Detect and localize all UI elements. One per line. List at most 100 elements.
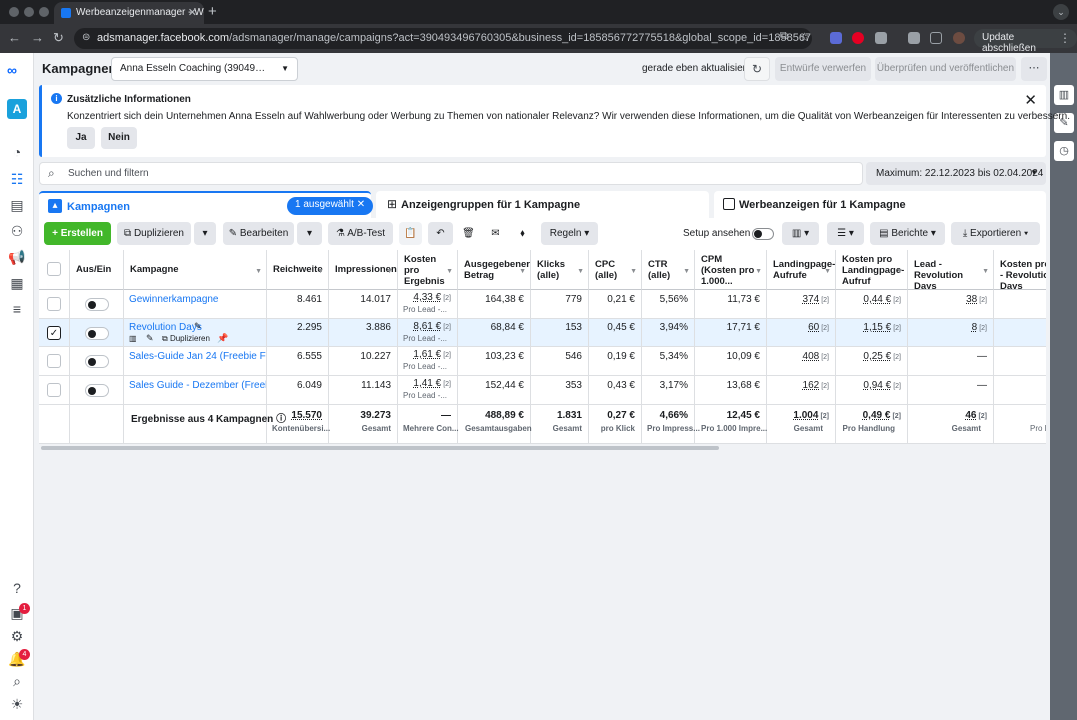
duplicate-action[interactable]: ⧉ Duplizieren	[162, 334, 210, 344]
lpv-value[interactable]: 408	[803, 351, 820, 362]
clipboard-icon[interactable]: 📋	[399, 222, 422, 245]
search-icon[interactable]: ⌕	[8, 672, 26, 690]
col-clicks[interactable]: Klicks (alle) ▼	[531, 250, 589, 290]
minimize-window-dot[interactable]	[24, 7, 34, 17]
reload-icon[interactable]: ↻	[53, 30, 64, 46]
extensions-puzzle-icon[interactable]	[875, 32, 887, 44]
col-landingpage-views[interactable]: Landingpage-Aufrufe ▼	[767, 250, 836, 290]
cplpv-value[interactable]: 0,94 €	[863, 380, 891, 391]
export-dropdown[interactable]: ⤓ Exportieren ▾	[951, 222, 1040, 245]
col-impressions[interactable]: Impressionen ▼	[329, 250, 398, 290]
close-window-dot[interactable]	[9, 7, 19, 17]
campaign-toggle[interactable]	[85, 327, 109, 340]
cplpv-value[interactable]: 1,15 €	[863, 322, 891, 333]
cast-icon[interactable]: ⧉	[780, 30, 788, 43]
row-checkbox[interactable]	[47, 297, 61, 311]
tab-adsets[interactable]: ⊞ Anzeigengruppen für 1 Kampagne	[376, 191, 709, 218]
extension-icon[interactable]	[830, 32, 842, 44]
table-row[interactable]: Sales-Guide Jan 24 (Freebie Fu... 6.555 …	[39, 347, 1046, 376]
col-lead-revolution[interactable]: Lead - Revolution Days ▼	[908, 250, 994, 290]
cplpv-value[interactable]: 0,44 €	[863, 294, 891, 305]
tab-campaigns[interactable]: ▴ Kampagnen 1 ausgewählt ✕	[39, 191, 374, 218]
bug-report-icon[interactable]: ☀	[8, 695, 26, 713]
campaign-toggle[interactable]	[85, 298, 109, 311]
bookmark-star-icon[interactable]: ☆	[799, 30, 810, 44]
pin-icon[interactable]: 📌	[217, 333, 228, 344]
setup-toggle[interactable]	[752, 228, 774, 240]
zoom-window-dot[interactable]	[39, 7, 49, 17]
col-ctr[interactable]: CTR (alle) ▼	[642, 250, 695, 290]
audiences-icon[interactable]: ⚇	[8, 222, 26, 240]
row-checkbox[interactable]	[47, 383, 61, 397]
campaign-name-link[interactable]: Revolution Days	[129, 322, 202, 333]
create-button[interactable]: + Erstellen	[44, 222, 111, 245]
campaign-name-link[interactable]: Sales Guide - Dezember (Freebi...	[124, 376, 267, 405]
settings-gear-icon[interactable]: ⚙	[8, 627, 26, 645]
campaign-name-link[interactable]: Gewinnerkampagne	[124, 290, 267, 319]
lpv-value[interactable]: 374	[803, 294, 820, 305]
campaign-name-link[interactable]: Sales-Guide Jan 24 (Freebie Fu...	[124, 347, 267, 376]
charts-icon[interactable]: ▥	[1054, 85, 1074, 105]
lead-value[interactable]: 38	[966, 294, 977, 305]
cpr-value[interactable]: 1,61 €	[413, 349, 441, 360]
ab-test-button[interactable]: ⚗ A/B-Test	[328, 222, 393, 245]
rules-dropdown[interactable]: Regeln ▾	[541, 222, 598, 245]
lpv-value[interactable]: 162	[803, 380, 820, 391]
reports-dropdown[interactable]: ▤ Berichte ▾	[870, 222, 945, 245]
cpr-value[interactable]: 8,61 €	[413, 321, 441, 332]
cplpv-value[interactable]: 0,25 €	[863, 351, 891, 362]
edit-pencil-icon[interactable]: ✎	[146, 333, 154, 344]
table-row[interactable]: ✓ Revolution Days ✎ ▥ ✎ ⧉ Duplizieren 📌 …	[39, 319, 1046, 347]
edit-dropdown-icon[interactable]: ▾	[297, 222, 322, 245]
close-banner-icon[interactable]: ✕	[1024, 91, 1037, 109]
pinterest-icon[interactable]	[852, 32, 864, 44]
campaign-toggle[interactable]	[85, 355, 109, 368]
help-icon[interactable]: ?	[8, 579, 26, 597]
row-checkbox[interactable]	[47, 354, 61, 368]
col-campaign[interactable]: Kampagne ▼	[124, 250, 267, 290]
table-row[interactable]: Gewinnerkampagne 8.461 14.017 4,33 € [2] P…	[39, 290, 1046, 319]
profile-avatar[interactable]	[953, 32, 965, 44]
search-filter-input[interactable]: ⌕ Suchen und filtern	[39, 162, 863, 185]
review-publish-button[interactable]: Überprüfen und veröffentlichen	[875, 57, 1016, 81]
tab-search-icon[interactable]: ⌄	[1053, 4, 1069, 20]
account-selector[interactable]: Anna Esseln Coaching (390493496760305) ▼	[111, 57, 298, 81]
close-tab-icon[interactable]: ✕	[188, 6, 197, 19]
yes-button[interactable]: Ja	[67, 127, 95, 149]
cpr-value[interactable]: 1,41 €	[413, 378, 441, 389]
refresh-button[interactable]: ↻	[744, 57, 770, 81]
campaign-toggle[interactable]	[85, 384, 109, 397]
history-clock-icon[interactable]: ◷	[1054, 141, 1074, 161]
undo-icon[interactable]: ↶	[428, 222, 453, 245]
horizontal-scrollbar[interactable]	[41, 446, 719, 450]
browser-tab[interactable]: Werbeanzeigenmanager - We ✕	[54, 2, 204, 24]
campaigns-table-icon[interactable]: ☷	[8, 170, 26, 188]
advertising-megaphone-icon[interactable]: 📢	[8, 248, 26, 266]
edit-button[interactable]: ✎ Bearbeiten	[223, 222, 294, 245]
all-tools-menu-icon[interactable]: ≡	[8, 300, 26, 318]
col-reach[interactable]: Reichweite ▼	[267, 250, 329, 290]
meta-logo-icon[interactable]: ∞	[7, 63, 27, 77]
lead-value[interactable]: 8	[972, 322, 978, 333]
site-info-icon[interactable]: ⊜	[82, 32, 90, 43]
view-charts-icon[interactable]: ▥	[129, 334, 137, 343]
side-panel-icon[interactable]	[930, 32, 942, 44]
columns-dropdown[interactable]: ▥ ▾	[782, 222, 819, 245]
breakdown-dropdown[interactable]: ☰ ▾	[827, 222, 864, 245]
new-tab-icon[interactable]: +	[208, 3, 217, 20]
row-checkbox-checked[interactable]: ✓	[47, 326, 61, 340]
col-cost-per-result[interactable]: Kosten pro Ergebnis ▼	[398, 250, 458, 290]
forward-icon[interactable]: →	[31, 30, 44, 45]
preview-icon[interactable]: ✉	[484, 222, 507, 245]
col-cost-per-lpv[interactable]: Kosten pro Landingpage-Aufruf ▼	[836, 250, 908, 290]
discard-drafts-button[interactable]: Entwürfe verwerfen	[775, 57, 871, 81]
back-icon[interactable]: ←	[8, 30, 21, 45]
col-cost-per-lead[interactable]: Kosten pro Lead - Revolution Days	[994, 250, 1046, 290]
date-range-picker[interactable]: Maximum: 22.12.2023 bis 02.04.2024 ▼	[866, 162, 1046, 185]
duplicate-button[interactable]: ⧉ Duplizieren	[117, 222, 191, 245]
no-button[interactable]: Nein	[101, 127, 137, 149]
tab-ads[interactable]: Werbeanzeigen für 1 Kampagne	[714, 191, 1046, 218]
col-cpm[interactable]: CPM (Kosten pro 1.000... ▼	[695, 250, 767, 290]
browser-menu-icon[interactable]: ⋮	[1059, 31, 1071, 45]
pages-icon[interactable]: ▤	[8, 196, 26, 214]
